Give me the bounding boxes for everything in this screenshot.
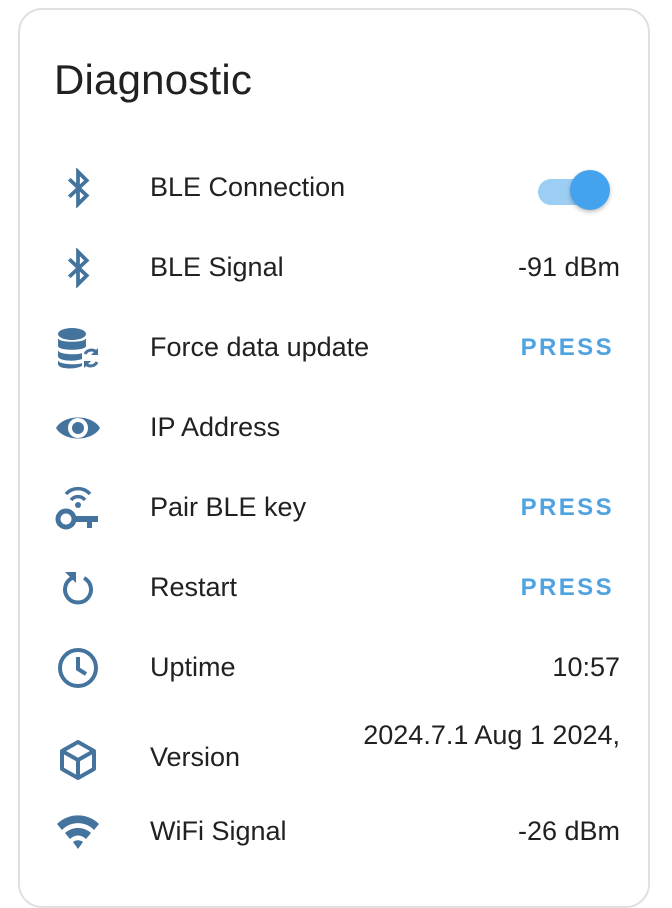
bluetooth-icon xyxy=(54,246,102,290)
entity-value: 10:57 xyxy=(552,652,620,682)
toggle-thumb xyxy=(570,170,610,210)
entity-row-ble-signal[interactable]: BLE Signal -91 dBm xyxy=(20,236,652,300)
entity-label: BLE Signal xyxy=(150,252,284,282)
pair-ble-key-press-button[interactable]: PRESS xyxy=(521,494,614,522)
entity-label: Restart xyxy=(150,572,238,602)
cube-icon xyxy=(54,738,102,782)
entity-label: Pair BLE key xyxy=(150,492,307,522)
entity-value: -26 dBm xyxy=(517,816,620,846)
entity-row-force-data-update[interactable]: Force data update PRESS xyxy=(20,316,652,380)
bluetooth-icon xyxy=(54,166,102,210)
entity-row-restart[interactable]: Restart PRESS xyxy=(20,556,652,620)
force-data-update-press-button[interactable]: PRESS xyxy=(521,334,614,362)
ble-connection-toggle[interactable] xyxy=(538,170,610,210)
entity-value: 2024.7.1 Aug 1 2024, xyxy=(363,720,620,750)
entity-row-ip-address[interactable]: IP Address xyxy=(20,396,652,460)
restart-icon xyxy=(54,566,102,610)
entity-row-uptime[interactable]: Uptime 10:57 xyxy=(20,636,652,700)
entity-label: Force data update xyxy=(150,332,370,362)
entity-label: IP Address xyxy=(150,412,281,442)
entity-value: -91 dBm xyxy=(517,252,620,282)
key-wireless-icon xyxy=(54,486,102,530)
entity-label: WiFi Signal xyxy=(150,816,287,846)
entity-label: Version xyxy=(150,742,241,772)
card-title: Diagnostic xyxy=(54,56,253,103)
entity-row-ble-connection[interactable]: BLE Connection xyxy=(20,156,652,220)
entity-row-version[interactable]: Version 2024.7.1 Aug 1 2024, xyxy=(20,716,652,796)
diagnostic-card: Diagnostic BLE Connection BLE Signal -91… xyxy=(18,8,650,908)
eye-icon xyxy=(54,406,102,450)
clock-icon xyxy=(54,646,102,690)
database-refresh-icon xyxy=(54,326,102,370)
restart-press-button[interactable]: PRESS xyxy=(521,574,614,602)
entity-label: Uptime xyxy=(150,652,236,682)
entity-row-pair-ble-key[interactable]: Pair BLE key PRESS xyxy=(20,476,652,540)
wifi-icon xyxy=(54,810,102,854)
entity-label: BLE Connection xyxy=(150,172,346,202)
entity-row-wifi-signal[interactable]: WiFi Signal -26 dBm xyxy=(20,800,652,864)
